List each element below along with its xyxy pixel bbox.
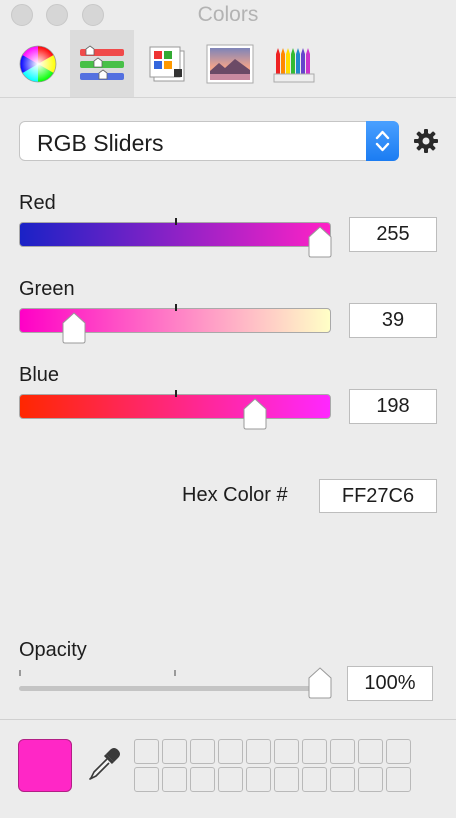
divider bbox=[0, 719, 456, 720]
color-well[interactable] bbox=[274, 767, 299, 792]
color-well[interactable] bbox=[386, 767, 411, 792]
current-color-swatch[interactable] bbox=[18, 739, 72, 792]
color-well[interactable] bbox=[190, 767, 215, 792]
opacity-tick bbox=[174, 670, 176, 676]
color-well[interactable] bbox=[162, 767, 187, 792]
color-well[interactable] bbox=[134, 739, 159, 764]
green-value-field[interactable]: 39 bbox=[349, 303, 437, 338]
color-well[interactable] bbox=[330, 767, 355, 792]
color-well[interactable] bbox=[358, 739, 383, 764]
color-well[interactable] bbox=[386, 739, 411, 764]
sliders-icon bbox=[80, 45, 124, 80]
window-title: Colors bbox=[197, 3, 259, 26]
hex-color-label: Hex Color # bbox=[182, 484, 288, 506]
color-well[interactable] bbox=[246, 767, 271, 792]
opacity-label: Opacity bbox=[19, 639, 87, 661]
tab-color-sliders[interactable] bbox=[70, 30, 134, 97]
color-well[interactable] bbox=[134, 767, 159, 792]
blue-value-field[interactable]: 198 bbox=[349, 389, 437, 424]
slider-center-tick bbox=[175, 218, 177, 225]
color-well[interactable] bbox=[190, 739, 215, 764]
pencils-icon bbox=[273, 47, 315, 82]
color-well[interactable] bbox=[246, 739, 271, 764]
tab-pencils[interactable] bbox=[264, 30, 324, 97]
mode-popup-value: RGB Sliders bbox=[37, 130, 164, 156]
hex-color-field[interactable]: FF27C6 bbox=[319, 479, 437, 513]
opacity-slider-track[interactable] bbox=[19, 667, 332, 699]
color-well[interactable] bbox=[302, 767, 327, 792]
red-slider-track[interactable] bbox=[19, 218, 332, 258]
color-well[interactable] bbox=[274, 739, 299, 764]
slider-center-tick bbox=[175, 390, 177, 397]
color-wheel-icon bbox=[19, 45, 57, 82]
color-palettes-icon bbox=[149, 46, 185, 81]
red-value-field[interactable]: 255 bbox=[349, 217, 437, 252]
color-well[interactable] bbox=[218, 767, 243, 792]
tab-color-wheel[interactable] bbox=[8, 30, 68, 97]
blue-slider-track[interactable] bbox=[19, 390, 331, 430]
red-label: Red bbox=[19, 192, 56, 214]
tab-color-palettes[interactable] bbox=[136, 30, 196, 97]
color-well[interactable] bbox=[162, 739, 187, 764]
color-well[interactable] bbox=[358, 767, 383, 792]
opacity-value-field[interactable]: 100% bbox=[347, 666, 433, 701]
image-palette-icon bbox=[206, 44, 254, 83]
color-well[interactable] bbox=[218, 739, 243, 764]
gear-icon[interactable] bbox=[413, 128, 439, 154]
eyedropper-icon[interactable] bbox=[86, 746, 122, 782]
tab-image-palettes[interactable] bbox=[200, 30, 260, 97]
color-well[interactable] bbox=[330, 739, 355, 764]
color-well[interactable] bbox=[302, 739, 327, 764]
picker-toolbar bbox=[0, 30, 456, 98]
title-bar: Colors bbox=[0, 0, 456, 30]
slider-center-tick bbox=[175, 304, 177, 311]
green-label: Green bbox=[19, 278, 75, 300]
green-slider-track[interactable] bbox=[19, 304, 331, 344]
chevron-updown-icon bbox=[375, 130, 390, 152]
mode-popup[interactable]: RGB Sliders bbox=[19, 121, 399, 161]
popup-stepper[interactable] bbox=[366, 121, 399, 161]
color-wells bbox=[134, 739, 411, 792]
opacity-tick bbox=[19, 670, 21, 676]
blue-label: Blue bbox=[19, 364, 60, 386]
